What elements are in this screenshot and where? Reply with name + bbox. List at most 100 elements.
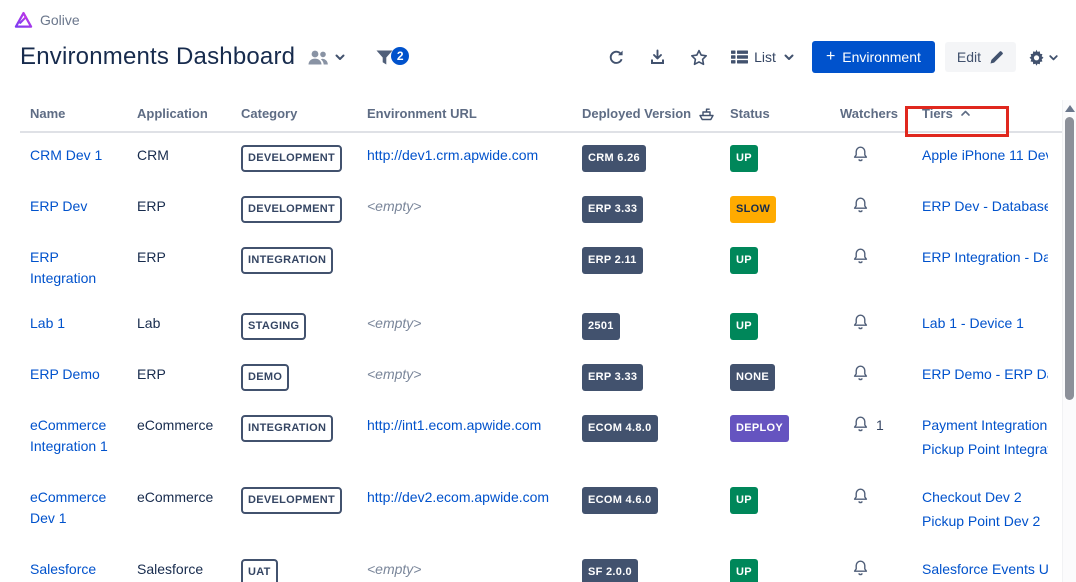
environment-url-link[interactable]: http://dev2.ecom.apwide.com xyxy=(367,487,549,508)
environment-name-link[interactable]: ERP Integration xyxy=(30,247,123,289)
column-header-environment-url[interactable]: Environment URL xyxy=(367,106,582,121)
environment-url-link[interactable]: http://dev1.crm.apwide.com xyxy=(367,145,538,166)
table-row: Lab 1 Lab STAGING <empty> 2501 UP Lab 1 … xyxy=(20,301,1062,352)
category-cell: DEVELOPMENT xyxy=(241,145,367,172)
version-cell: ECOM 4.6.0 xyxy=(582,487,730,535)
tier-link[interactable]: Pickup Point Integrati.. xyxy=(922,439,1048,460)
status-badge: UP xyxy=(730,559,758,582)
table-body: CRM Dev 1 CRM DEVELOPMENT http://dev1.cr… xyxy=(20,133,1062,582)
edit-button[interactable]: Edit xyxy=(945,42,1016,72)
shared-users-icon[interactable] xyxy=(307,49,329,66)
favorite-button[interactable] xyxy=(683,44,715,71)
environment-name-link[interactable]: ERP Demo xyxy=(30,364,100,385)
watchers-cell xyxy=(840,487,922,535)
filter-button[interactable]: 2 xyxy=(375,49,409,66)
status-cell: NONE xyxy=(730,364,840,391)
sort-ascending-icon xyxy=(960,109,971,118)
tier-link[interactable]: Lab 1 - Device 1 xyxy=(922,313,1048,334)
bell-icon[interactable] xyxy=(852,415,869,433)
name-cell: ERP Demo xyxy=(20,364,137,391)
status-cell: UP xyxy=(730,487,840,535)
chevron-down-icon[interactable] xyxy=(333,50,347,64)
bell-icon[interactable] xyxy=(852,196,869,214)
settings-button[interactable] xyxy=(1026,45,1062,70)
deployed-version-badge: ERP 2.11 xyxy=(582,247,643,274)
bell-icon[interactable] xyxy=(852,247,869,265)
tier-link[interactable]: Checkout Dev 2 xyxy=(922,487,1048,508)
environment-name-link[interactable]: ERP Dev xyxy=(30,196,87,217)
refresh-button[interactable] xyxy=(601,44,632,71)
application-cell: CRM xyxy=(137,145,241,172)
status-cell: UP xyxy=(730,313,840,340)
application-cell: eCommerce xyxy=(137,415,241,463)
view-switcher[interactable]: List xyxy=(725,44,802,70)
category-badge: DEMO xyxy=(241,364,289,391)
bell-icon[interactable] xyxy=(852,559,869,577)
url-cell: <empty> xyxy=(367,313,582,340)
bell-icon[interactable] xyxy=(852,487,869,505)
environment-name-link[interactable]: Salesforce xyxy=(30,559,96,580)
name-cell: Salesforce xyxy=(20,559,137,582)
export-button[interactable] xyxy=(642,44,673,71)
status-badge: UP xyxy=(730,487,758,514)
empty-url-placeholder: <empty> xyxy=(367,561,421,577)
version-cell: SF 2.0.0 xyxy=(582,559,730,582)
scrollbar-thumb[interactable] xyxy=(1065,117,1074,400)
add-environment-button[interactable]: + Environment xyxy=(812,41,935,73)
status-badge: UP xyxy=(730,247,758,274)
watchers-cell xyxy=(840,196,922,223)
status-cell: UP xyxy=(730,559,840,582)
status-cell: SLOW xyxy=(730,196,840,223)
list-view-icon xyxy=(731,50,748,64)
column-header-status[interactable]: Status xyxy=(730,106,840,121)
tier-link[interactable]: ERP Demo - ERP Data.. xyxy=(922,364,1048,385)
column-header-name[interactable]: Name xyxy=(20,106,137,121)
environment-name-link[interactable]: eCommerce Dev 1 xyxy=(30,487,123,529)
tier-link[interactable]: Payment Integration 1 xyxy=(922,415,1048,436)
table-row: CRM Dev 1 CRM DEVELOPMENT http://dev1.cr… xyxy=(20,133,1062,184)
category-badge: UAT xyxy=(241,559,278,582)
column-header-category[interactable]: Category xyxy=(241,106,367,121)
environment-name-link[interactable]: CRM Dev 1 xyxy=(30,145,102,166)
tier-link[interactable]: Pickup Point Dev 2 xyxy=(922,511,1048,532)
column-header-watchers[interactable]: Watchers xyxy=(840,106,922,121)
scroll-up-arrow-icon[interactable] xyxy=(1065,105,1075,112)
name-cell: ERP Dev xyxy=(20,196,137,223)
status-cell: DEPLOY xyxy=(730,415,840,463)
status-cell: UP xyxy=(730,247,840,289)
category-badge: INTEGRATION xyxy=(241,415,333,442)
environment-url-link[interactable]: http://int1.ecom.apwide.com xyxy=(367,415,541,436)
application-cell: Lab xyxy=(137,313,241,340)
table-row: ERP Dev ERP DEVELOPMENT <empty> ERP 3.33… xyxy=(20,184,1062,235)
tier-link[interactable]: ERP Dev - Database xyxy=(922,196,1048,217)
tiers-cell: Salesforce Events UAT xyxy=(922,559,1062,582)
url-cell: http://int1.ecom.apwide.com xyxy=(367,415,582,463)
environment-name-link[interactable]: Lab 1 xyxy=(30,313,65,334)
application-cell: ERP xyxy=(137,196,241,223)
toolbar: List + Environment Edit xyxy=(601,41,1062,73)
bell-icon[interactable] xyxy=(852,364,869,382)
url-cell: <empty> xyxy=(367,196,582,223)
watchers-cell xyxy=(840,313,922,340)
tiers-cell: Apple iPhone 11 Deve. xyxy=(922,145,1062,172)
deployed-version-badge: ECOM 4.6.0 xyxy=(582,487,658,514)
column-header-application[interactable]: Application xyxy=(137,106,241,121)
tier-link[interactable]: ERP Integration - Data. xyxy=(922,247,1048,268)
application-cell: eCommerce xyxy=(137,487,241,535)
star-icon xyxy=(690,49,708,66)
chevron-down-icon xyxy=(1047,51,1060,64)
bell-icon[interactable] xyxy=(852,313,869,331)
chevron-down-icon xyxy=(782,50,796,64)
tier-link[interactable]: Apple iPhone 11 Deve. xyxy=(922,145,1048,166)
deployed-version-badge: ERP 3.33 xyxy=(582,364,643,391)
table-row: ERP Integration ERP INTEGRATION ERP 2.11… xyxy=(20,235,1062,301)
bell-icon[interactable] xyxy=(852,145,869,163)
application-cell: ERP xyxy=(137,247,241,289)
table-row: ERP Demo ERP DEMO <empty> ERP 3.33 NONE … xyxy=(20,352,1062,403)
empty-url-placeholder: <empty> xyxy=(367,366,421,382)
column-header-deployed-version[interactable]: Deployed Version xyxy=(582,106,730,121)
tier-link[interactable]: Salesforce Events UAT xyxy=(922,559,1048,580)
vertical-scrollbar[interactable] xyxy=(1062,100,1076,582)
column-header-tiers[interactable]: Tiers xyxy=(922,106,1062,121)
environment-name-link[interactable]: eCommerce Integration 1 xyxy=(30,415,123,457)
